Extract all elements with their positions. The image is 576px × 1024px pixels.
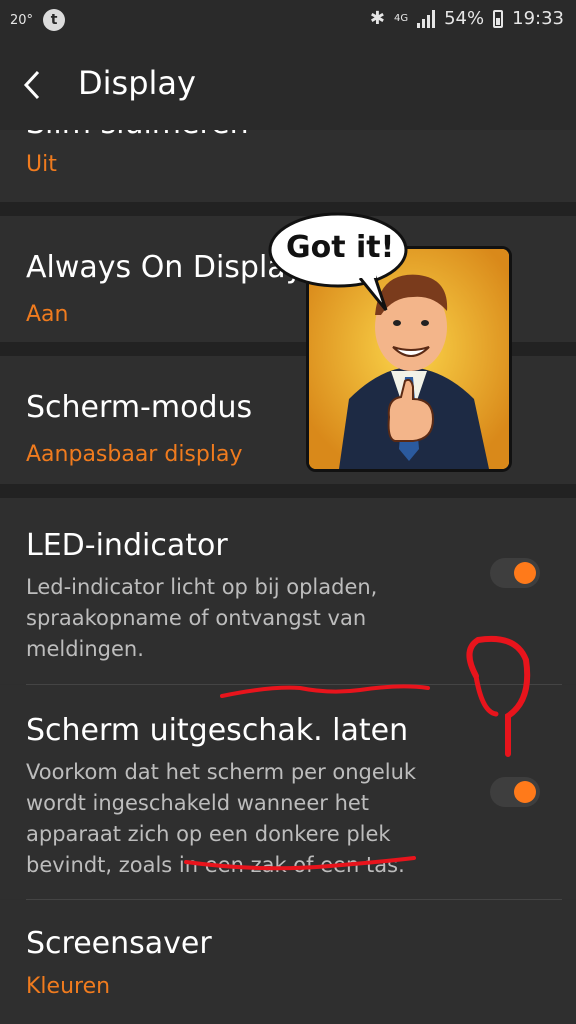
setting-title: Scherm uitgeschak. laten	[26, 713, 409, 748]
setting-description: Voorkom dat het scherm per ongeluk wordt…	[26, 760, 417, 877]
battery-icon	[493, 9, 504, 28]
temperature-label: 20°	[10, 12, 34, 28]
setting-title: Screensaver	[26, 926, 212, 961]
setting-title: LED-indicator	[26, 528, 228, 563]
app-bar: Display	[0, 40, 576, 130]
scherm-uitgeschakeld-toggle[interactable]	[490, 777, 540, 807]
page-title: Display	[78, 64, 196, 102]
setting-scherm-uitgeschakeld[interactable]: Scherm uitgeschak. laten Voorkom dat het…	[0, 685, 576, 899]
battery-percent-label: 54%	[444, 8, 485, 29]
clock-label: 19:33	[512, 8, 564, 29]
setting-title: Always On Display	[26, 250, 304, 285]
setting-subtitle: Kleuren	[26, 974, 111, 999]
led-indicator-toggle[interactable]	[490, 558, 540, 588]
setting-slim-sluimeren[interactable]: Slim sluimeren Uit	[0, 130, 576, 202]
setting-description: Led-indicator licht op bij opladen, spra…	[26, 575, 378, 661]
setting-title: Slim sluimeren	[26, 130, 249, 141]
setting-led-indicator[interactable]: LED-indicator Led-indicator licht op bij…	[0, 498, 576, 684]
signal-icon	[417, 9, 436, 28]
tumblr-icon: t	[43, 9, 66, 31]
setting-subtitle: Uit	[26, 152, 57, 177]
setting-subtitle: Aan	[26, 302, 69, 327]
section-separator	[0, 484, 576, 498]
setting-screensaver[interactable]: Screensaver Kleuren	[0, 900, 576, 1020]
status-bar: 20° t ✱ 4G 54% 19:33	[0, 0, 576, 40]
back-arrow-icon[interactable]	[16, 62, 50, 108]
bluetooth-icon: ✱	[369, 8, 385, 29]
network-type-label: 4G	[393, 12, 409, 24]
speech-bubble-text: Got it!	[286, 230, 395, 265]
setting-title: Scherm-modus	[26, 390, 253, 425]
setting-subtitle: Aanpasbaar display	[26, 442, 243, 467]
